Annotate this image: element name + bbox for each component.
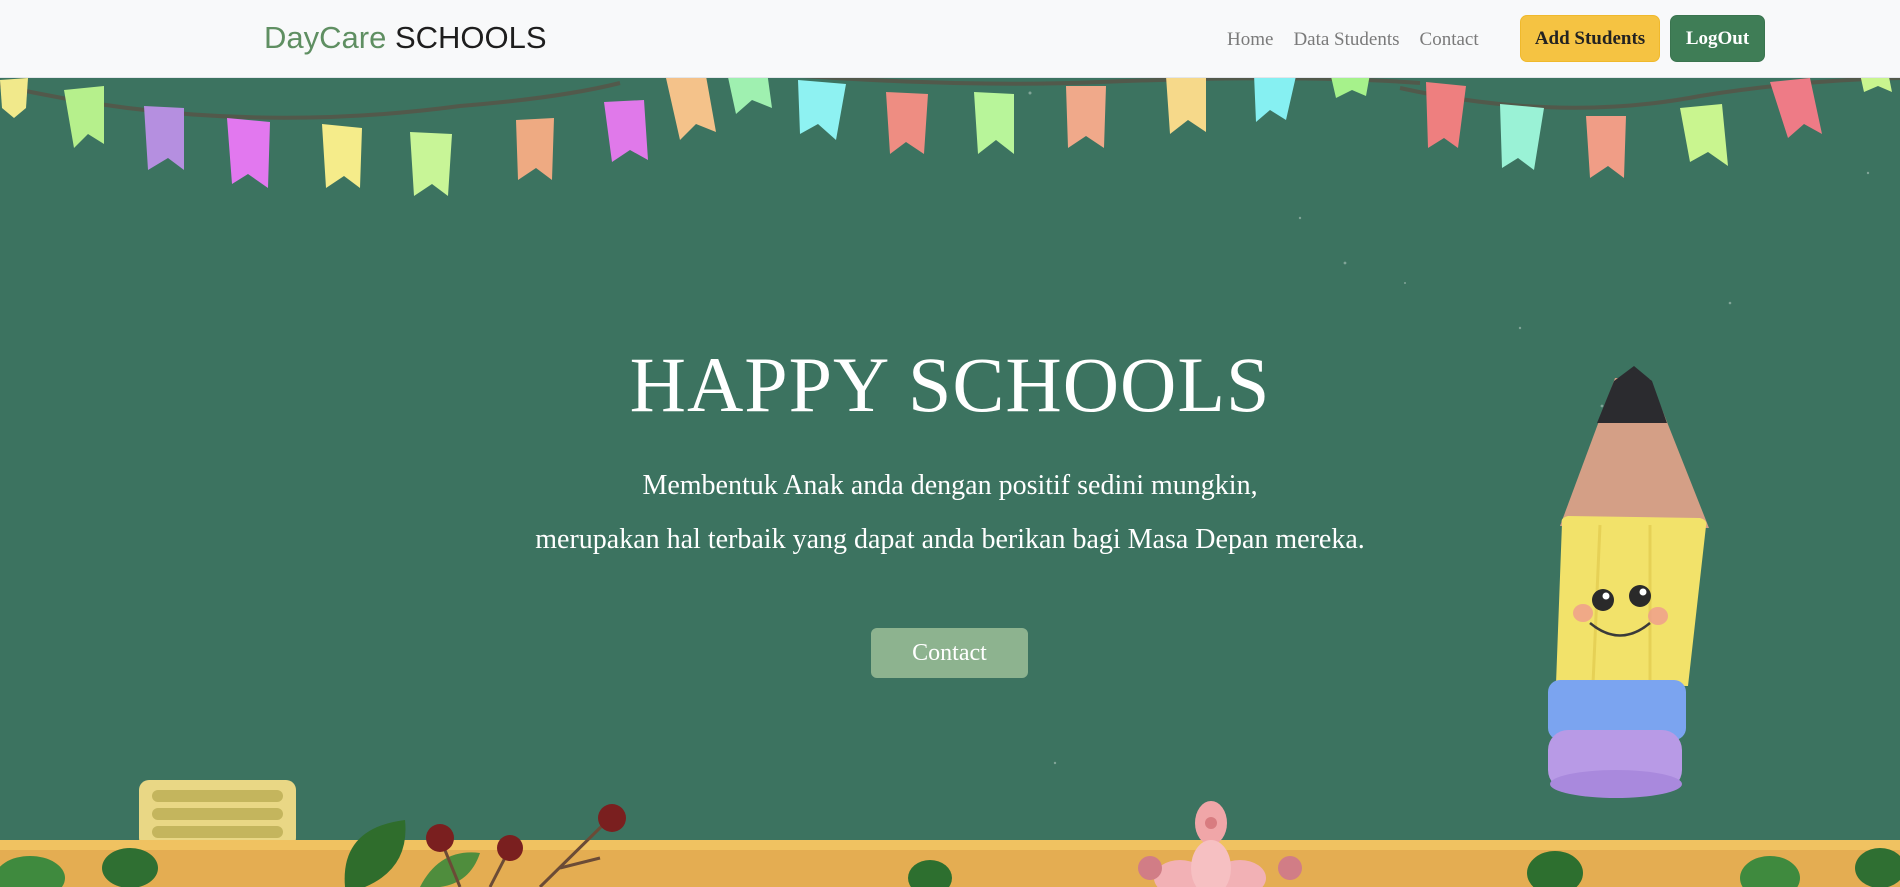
hero-tagline-line-2: merupakan hal terbaik yang dapat anda be… [535,524,1365,555]
hero-section: HAPPY SCHOOLS Membentuk Anak anda dengan… [0,78,1900,887]
hero-contact-button[interactable]: Contact [871,628,1028,678]
logout-button[interactable]: LogOut [1670,15,1765,62]
brand-accent-text: DayCare [264,20,387,55]
pencil-character [1548,366,1709,798]
navbar: DayCare SCHOOLS Home Data Students Conta… [0,0,1900,78]
brand-main-text: SCHOOLS [386,20,547,55]
nav-link-contact[interactable]: Contact [1420,28,1479,52]
bunting-flags [0,78,1892,196]
add-students-button[interactable]: Add Students [1520,15,1660,62]
nav-link-home[interactable]: Home [1227,28,1273,52]
nav-link-data-students[interactable]: Data Students [1293,28,1399,52]
hero-title: HAPPY SCHOOLS [629,341,1271,428]
hero-tagline-line-1: Membentuk Anak anda dengan positif sedin… [642,470,1258,501]
brand-logo[interactable]: DayCare SCHOOLS [264,19,547,57]
nav-links: Home Data Students Contact [1227,28,1479,52]
chalkboard-eraser [139,780,296,848]
